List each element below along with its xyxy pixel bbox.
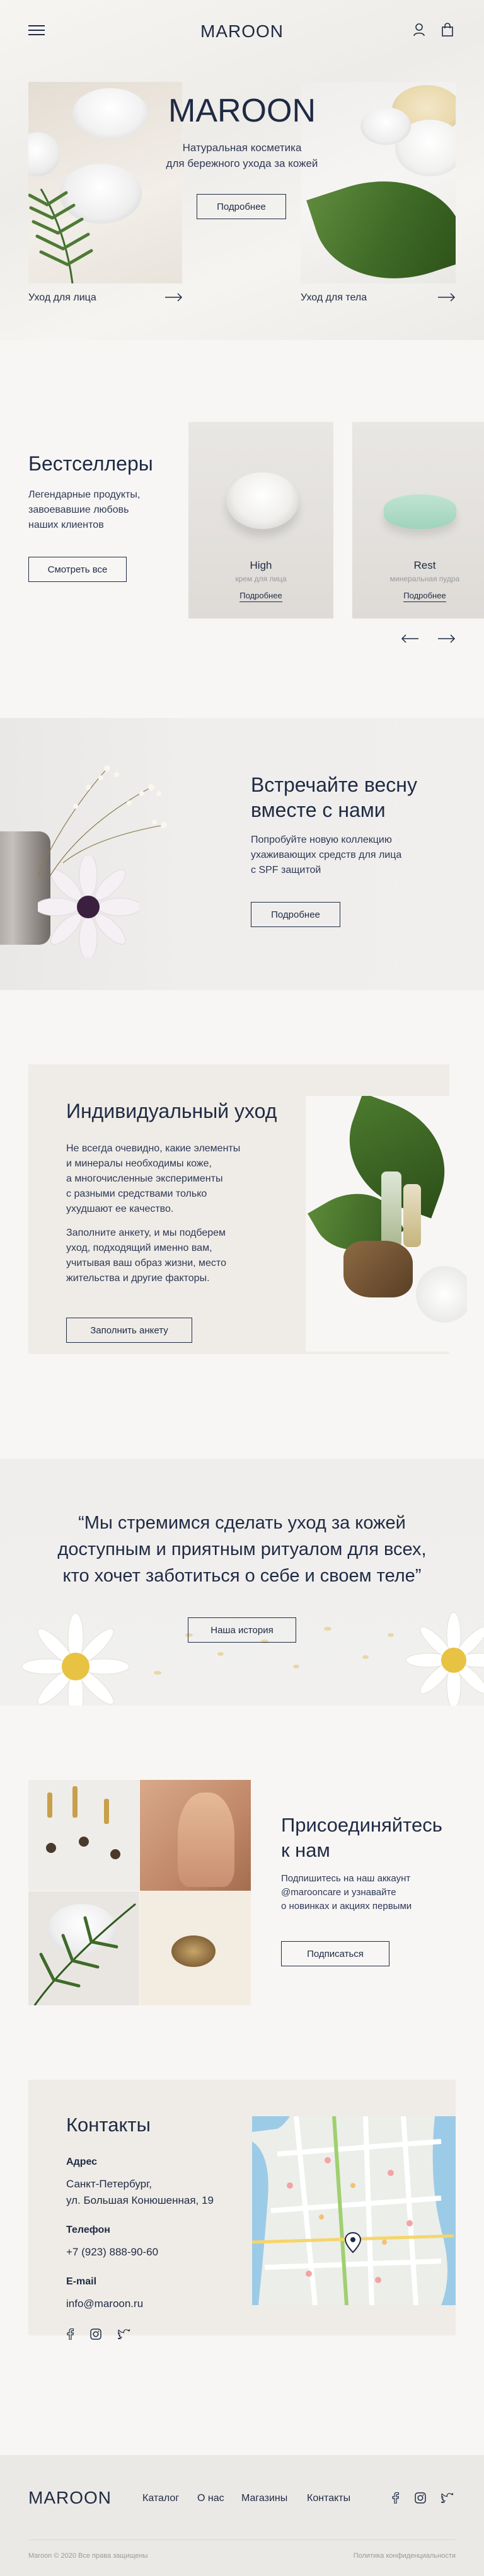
hero-subtitle-line2: для бережного ухода за кожей (166, 157, 318, 169)
header-logo[interactable]: MAROON (0, 21, 484, 42)
twitter-icon[interactable] (441, 2492, 454, 2504)
spring-title-line1: Встречайте весну (251, 773, 417, 796)
address-line1: Санкт-Петербург, (66, 2178, 152, 2190)
bestsellers-desc-line1: Легендарные продукты, (28, 489, 141, 500)
care-p1-line2: и минералы необходимы коже, (66, 1158, 212, 1169)
face-care-link[interactable]: Уход для лица (28, 292, 96, 304)
care-p2-line4: жительства и другие факторы. (66, 1273, 210, 1284)
bestsellers-title: Бестселлеры (28, 452, 153, 475)
footer-nav-catalog[interactable]: Каталог (142, 2493, 179, 2504)
product-more-link[interactable]: Подробнее (352, 591, 484, 602)
join-text-line1: Подпишитесь на наш аккаунт (281, 1873, 411, 1884)
contacts-title: Контакты (66, 2114, 151, 2136)
footer-divider (28, 2539, 456, 2540)
product-more-link-label[interactable]: Подробнее (403, 591, 446, 602)
join-text-line2: @marooncare и узнавайте (281, 1887, 396, 1898)
product-name: High (250, 559, 272, 571)
care-p1-line5: ухудшают ее качество. (66, 1204, 174, 1214)
email-value[interactable]: info@maroon.ru (66, 2298, 143, 2310)
bestsellers-desc-line3: наших клиентов (28, 520, 104, 530)
quote-line3: кто хочет заботиться о себе и своем теле… (62, 1566, 422, 1586)
instagram-icon[interactable] (415, 2492, 426, 2504)
map[interactable] (252, 2116, 456, 2305)
arrow-left-icon[interactable] (401, 634, 418, 643)
care-p1-line1: Не всегда очевидно, какие элементы (66, 1143, 241, 1154)
hero-title: MAROON (168, 93, 316, 129)
spring-text-line3: с SPF защитой (251, 865, 321, 875)
hero-subtitle-line1: Натуральная косметика (182, 142, 302, 154)
quote-line2: доступным и приятным ритуалом для всех, (57, 1539, 427, 1559)
join-collage (28, 1780, 251, 2005)
arrow-right-icon[interactable] (438, 293, 456, 302)
care-p1-line4: с разными средствами только (66, 1188, 207, 1199)
instagram-icon[interactable] (90, 2328, 101, 2340)
subscribe-button[interactable]: Подписаться (281, 1941, 389, 1966)
hero-more-button[interactable]: Подробнее (197, 194, 286, 219)
arrow-right-icon[interactable] (165, 293, 183, 302)
footer-copyright: Maroon © 2020 Все права защищены (28, 2552, 148, 2560)
email-label: E-mail (66, 2276, 97, 2287)
care-p1-line3: а многочисленные эксперименты (66, 1173, 223, 1184)
join-text-line3: о новинках и акциях первыми (281, 1901, 412, 1912)
facebook-icon[interactable] (66, 2328, 74, 2340)
footer-nav-stores[interactable]: Магазины (241, 2493, 287, 2504)
phone-value[interactable]: +7 (923) 888-90-60 (66, 2246, 158, 2259)
phone-label: Телефон (66, 2225, 110, 2235)
address-line2: ул. Большая Конюшенная, 19 (66, 2194, 214, 2206)
facebook-icon[interactable] (391, 2492, 400, 2504)
product-more-link[interactable]: Подробнее (188, 591, 333, 602)
footer-nav-about[interactable]: О нас (197, 2493, 224, 2504)
bestsellers-desc-line2: завоевавшие любовь (28, 504, 129, 515)
care-p2-line3: учитывая ваш образ жизни, место (66, 1258, 226, 1268)
footer-logo[interactable]: MAROON (28, 2488, 112, 2508)
user-icon[interactable] (413, 23, 425, 37)
privacy-policy-link[interactable]: Политика конфиденциальности (337, 2552, 456, 2560)
arrow-right-icon[interactable] (438, 634, 456, 643)
spring-text-line2: ухаживающих средств для лица (251, 850, 402, 860)
care-p2-line1: Заполните анкету, и мы подберем (66, 1228, 226, 1238)
care-p2-line2: уход, подходящий именно вам, (66, 1243, 212, 1253)
address-label: Адрес (66, 2157, 98, 2167)
spring-title-line2: вместе с нами (251, 799, 386, 821)
care-title: Индивидуальный уход (66, 1100, 277, 1122)
product-subtitle: крем для лица (235, 574, 287, 583)
product-more-link-label[interactable]: Подробнее (239, 591, 282, 602)
see-all-button[interactable]: Смотреть все (28, 557, 127, 582)
product-subtitle: минеральная пудра (389, 574, 460, 583)
care-image (306, 1096, 467, 1352)
product-card-rest[interactable]: Rest минеральная пудра Подробнее (352, 422, 484, 618)
quote-line1: “Мы стремимся сделать уход за кожей (78, 1513, 406, 1533)
spring-more-button[interactable]: Подробнее (251, 902, 340, 927)
our-story-button[interactable]: Наша история (188, 1617, 296, 1643)
product-name: Rest (413, 559, 436, 571)
join-title-line1: Присоединяйтесь (281, 1814, 442, 1836)
product-card-high[interactable]: High крем для лица Подробнее (188, 422, 333, 618)
spring-banner (0, 718, 484, 990)
footer-nav-contacts[interactable]: Контакты (307, 2493, 350, 2504)
fill-questionnaire-button[interactable]: Заполнить анкету (66, 1318, 192, 1343)
bag-icon[interactable] (441, 23, 454, 37)
body-care-link[interactable]: Уход для тела (301, 292, 367, 304)
twitter-icon[interactable] (117, 2328, 130, 2340)
join-title-line2: к нам (281, 1839, 330, 1861)
spring-text-line1: Попробуйте новую коллекцию (251, 835, 392, 845)
